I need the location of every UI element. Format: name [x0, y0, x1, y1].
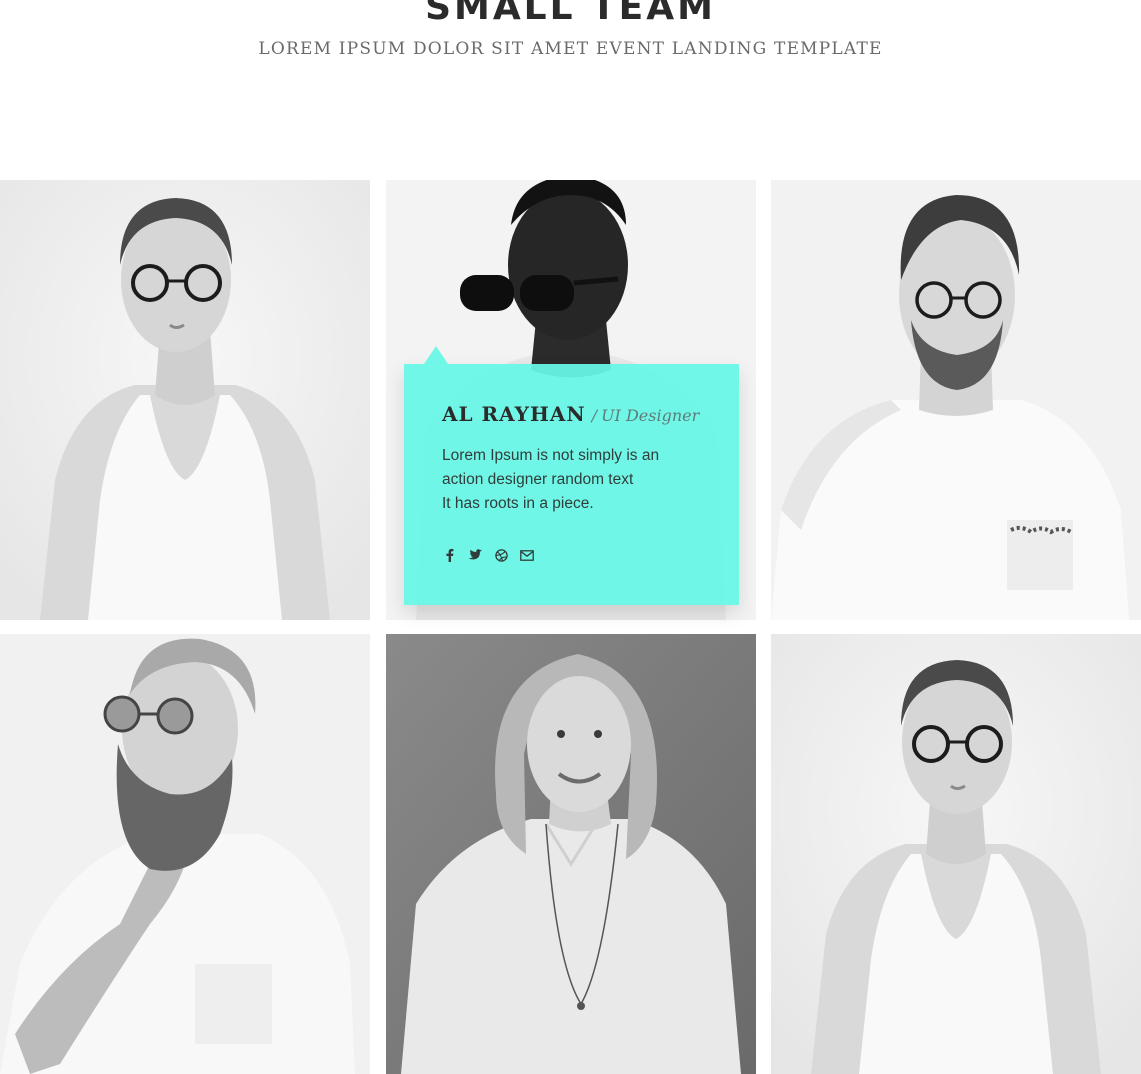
- envelope-icon[interactable]: [520, 548, 534, 562]
- info-card-pointer: [424, 346, 448, 364]
- team-member-photo: [386, 634, 756, 1074]
- twitter-icon[interactable]: [468, 548, 482, 562]
- dribbble-icon[interactable]: [494, 548, 508, 562]
- team-member-card[interactable]: [0, 180, 370, 620]
- team-member-photo: [0, 634, 370, 1074]
- member-name-row: AL RAYHAN / UI Designer: [442, 402, 699, 426]
- member-description-line: It has roots in a piece.: [442, 495, 594, 512]
- team-member-card[interactable]: [0, 634, 370, 1074]
- section-subtitle: LOREM IPSUM DOLOR SIT AMET EVENT LANDING…: [258, 39, 883, 59]
- member-social-links: [442, 548, 534, 562]
- team-member-card[interactable]: [771, 634, 1141, 1074]
- team-member-photo: [771, 180, 1141, 620]
- team-member-card[interactable]: [771, 180, 1141, 620]
- name-role-separator: /: [591, 406, 598, 425]
- member-name: AL RAYHAN: [442, 402, 586, 426]
- team-member-photo: [0, 180, 370, 620]
- member-description-line: action designer random text: [442, 471, 634, 488]
- member-role: UI Designer: [601, 406, 700, 425]
- section-title: SMALL TEAM: [425, 0, 716, 28]
- facebook-icon[interactable]: [442, 548, 456, 562]
- team-grid: [0, 180, 1141, 1074]
- member-description: Lorem Ipsum is not simply is an action d…: [442, 444, 722, 516]
- team-member-info-card: AL RAYHAN / UI Designer Lorem Ipsum is not…: [404, 346, 739, 605]
- member-description-line: Lorem Ipsum is not simply is an: [442, 447, 660, 464]
- team-member-card[interactable]: [386, 634, 756, 1074]
- team-member-photo: [771, 634, 1141, 1074]
